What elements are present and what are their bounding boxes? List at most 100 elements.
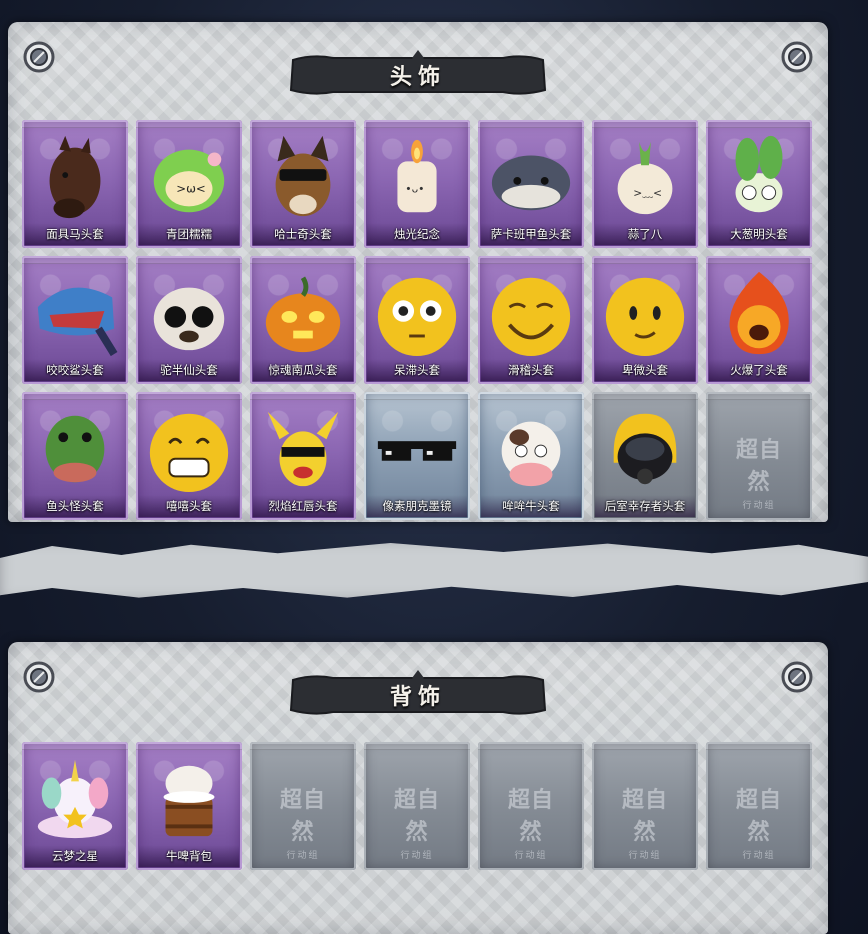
item-card[interactable]: 咬咬鲨头套	[22, 256, 128, 384]
item-card[interactable]: 烈焰红唇头套	[250, 392, 356, 520]
placeholder-logo-text: 超自然	[735, 787, 782, 845]
item-card[interactable]: 后室幸存者头套	[592, 392, 698, 520]
garlic-head-icon: >﹏<	[617, 141, 673, 215]
placeholder-logo-text: 超自然	[279, 787, 326, 845]
gas-mask-helmet-icon	[613, 413, 677, 485]
placeholder-logo-icon: 超自然 行动组	[733, 782, 786, 861]
item-card[interactable]: 云梦之星	[22, 742, 128, 870]
svg-text:•ᴗ•: •ᴗ•	[405, 183, 424, 196]
pixel-sunglasses-icon	[377, 441, 457, 461]
card-scroll-edge	[706, 742, 812, 750]
unicorn-cloud-icon	[37, 759, 113, 839]
card-scroll-edge	[136, 742, 242, 750]
compass-ornament-icon	[781, 661, 813, 693]
headwear-panel: 头饰 面具马头套 >ω< 青团糯糯 哈士奇头套 •ᴗ• 烛光纪念 萨卡班甲鱼头套 >﹏< 蒜了八…	[8, 22, 828, 522]
item-card[interactable]: 超自然 行动组	[592, 742, 698, 870]
item-name: 驼半仙头套	[160, 363, 218, 377]
item-card[interactable]: >ω< 青团糯糯	[136, 120, 242, 248]
item-card[interactable]: •ᴗ• 烛光纪念	[364, 120, 470, 248]
item-card[interactable]: 驼半仙头套	[136, 256, 242, 384]
item-name: 哞哞牛头套	[502, 499, 560, 513]
placeholder-logo-text: 超自然	[507, 787, 554, 845]
item-card[interactable]: 超自然 行动组	[364, 742, 470, 870]
dazed-emoji-icon	[377, 277, 457, 357]
card-scroll-edge	[250, 256, 356, 264]
cow-beer-barrel-icon	[163, 765, 215, 837]
alpaca-sunglasses-icon	[153, 287, 225, 351]
item-card[interactable]: 超自然 行动组	[706, 392, 812, 520]
item-name: 云梦之星	[52, 849, 98, 863]
placeholder-logo-subtext: 行动组	[400, 851, 434, 861]
item-name: 呆滞头套	[394, 363, 440, 377]
placeholder-logo-icon: 超自然 行动组	[505, 782, 558, 861]
card-scroll-edge	[136, 392, 242, 400]
item-card[interactable]: 超自然 行动组	[706, 742, 812, 870]
item-name: 烛光纪念	[394, 227, 440, 241]
fire-head-icon	[729, 271, 789, 355]
item-card[interactable]: 哈士奇头套	[250, 120, 356, 248]
item-card[interactable]: 超自然 行动组	[478, 742, 584, 870]
item-card[interactable]: 大葱明头套	[706, 120, 812, 248]
item-name: 蒜了八	[627, 227, 663, 241]
torn-paper-edge	[0, 543, 868, 598]
item-name: 像素朋克墨镜	[382, 499, 452, 513]
card-scroll-edge	[136, 120, 242, 128]
item-name: 鱼头怪头套	[46, 499, 104, 513]
scallion-head-icon	[735, 135, 783, 213]
item-card[interactable]: 呆滞头套	[364, 256, 470, 384]
section-title: 背饰	[389, 685, 446, 710]
item-name: 火爆了头套	[730, 363, 788, 377]
card-scroll-edge	[22, 256, 128, 264]
item-name: 烈焰红唇头套	[268, 499, 338, 513]
item-name: 后室幸存者头套	[604, 499, 686, 513]
item-name: 哈士奇头套	[274, 227, 332, 241]
card-scroll-edge	[592, 392, 698, 400]
placeholder-logo-subtext: 行动组	[742, 851, 776, 861]
item-card[interactable]: 超自然 行动组	[250, 742, 356, 870]
item-card[interactable]: 卑微头套	[592, 256, 698, 384]
card-scroll-edge	[592, 742, 698, 750]
item-name: 滑稽头套	[508, 363, 554, 377]
card-scroll-edge	[22, 120, 128, 128]
item-name: 卑微头套	[622, 363, 668, 377]
section-title: 头饰	[389, 65, 446, 90]
item-card[interactable]: 萨卡班甲鱼头套	[478, 120, 584, 248]
section-title-banner: 头饰	[283, 50, 553, 100]
item-card[interactable]: >﹏< 蒜了八	[592, 120, 698, 248]
card-scroll-edge	[478, 742, 584, 750]
grin-emoji-icon	[149, 413, 229, 493]
compass-ornament-icon	[23, 41, 55, 73]
card-scroll-edge	[592, 120, 698, 128]
item-name: 大葱明头套	[730, 227, 788, 241]
card-scroll-edge	[478, 120, 584, 128]
shark-head-icon	[37, 287, 118, 357]
svg-text:>ω<: >ω<	[176, 182, 205, 196]
pumpkin-head-icon	[265, 276, 341, 353]
compass-ornament-icon	[781, 41, 813, 73]
item-card[interactable]: 牛啤背包	[136, 742, 242, 870]
card-scroll-edge	[592, 256, 698, 264]
placeholder-logo-icon: 超自然 行动组	[391, 782, 444, 861]
green-rice-ball-icon: >ω<	[153, 149, 225, 213]
funny-emoji-icon	[491, 277, 571, 357]
item-card[interactable]: 嘻嘻头套	[136, 392, 242, 520]
item-card[interactable]: 惊魂南瓜头套	[250, 256, 356, 384]
card-scroll-edge	[706, 120, 812, 128]
item-card[interactable]: 面具马头套	[22, 120, 128, 248]
placeholder-logo-subtext: 行动组	[628, 851, 662, 861]
card-scroll-edge	[250, 392, 356, 400]
placeholder-logo-subtext: 行动组	[514, 851, 548, 861]
item-card[interactable]: 像素朋克墨镜	[364, 392, 470, 520]
card-scroll-edge	[478, 392, 584, 400]
cow-head-icon	[501, 421, 561, 487]
card-scroll-edge	[364, 120, 470, 128]
fish-monster-icon	[45, 415, 105, 483]
placeholder-logo-icon: 超自然 行动组	[277, 782, 330, 861]
headwear-grid: 面具马头套 >ω< 青团糯糯 哈士奇头套 •ᴗ• 烛光纪念 萨卡班甲鱼头套 >﹏< 蒜了八 大葱明…	[22, 120, 812, 520]
item-card[interactable]: 滑稽头套	[478, 256, 584, 384]
section-title-banner: 背饰	[283, 670, 553, 720]
item-card[interactable]: 哞哞牛头套	[478, 392, 584, 520]
candle-head-icon: •ᴗ•	[397, 139, 437, 213]
item-card[interactable]: 鱼头怪头套	[22, 392, 128, 520]
item-card[interactable]: 火爆了头套	[706, 256, 812, 384]
